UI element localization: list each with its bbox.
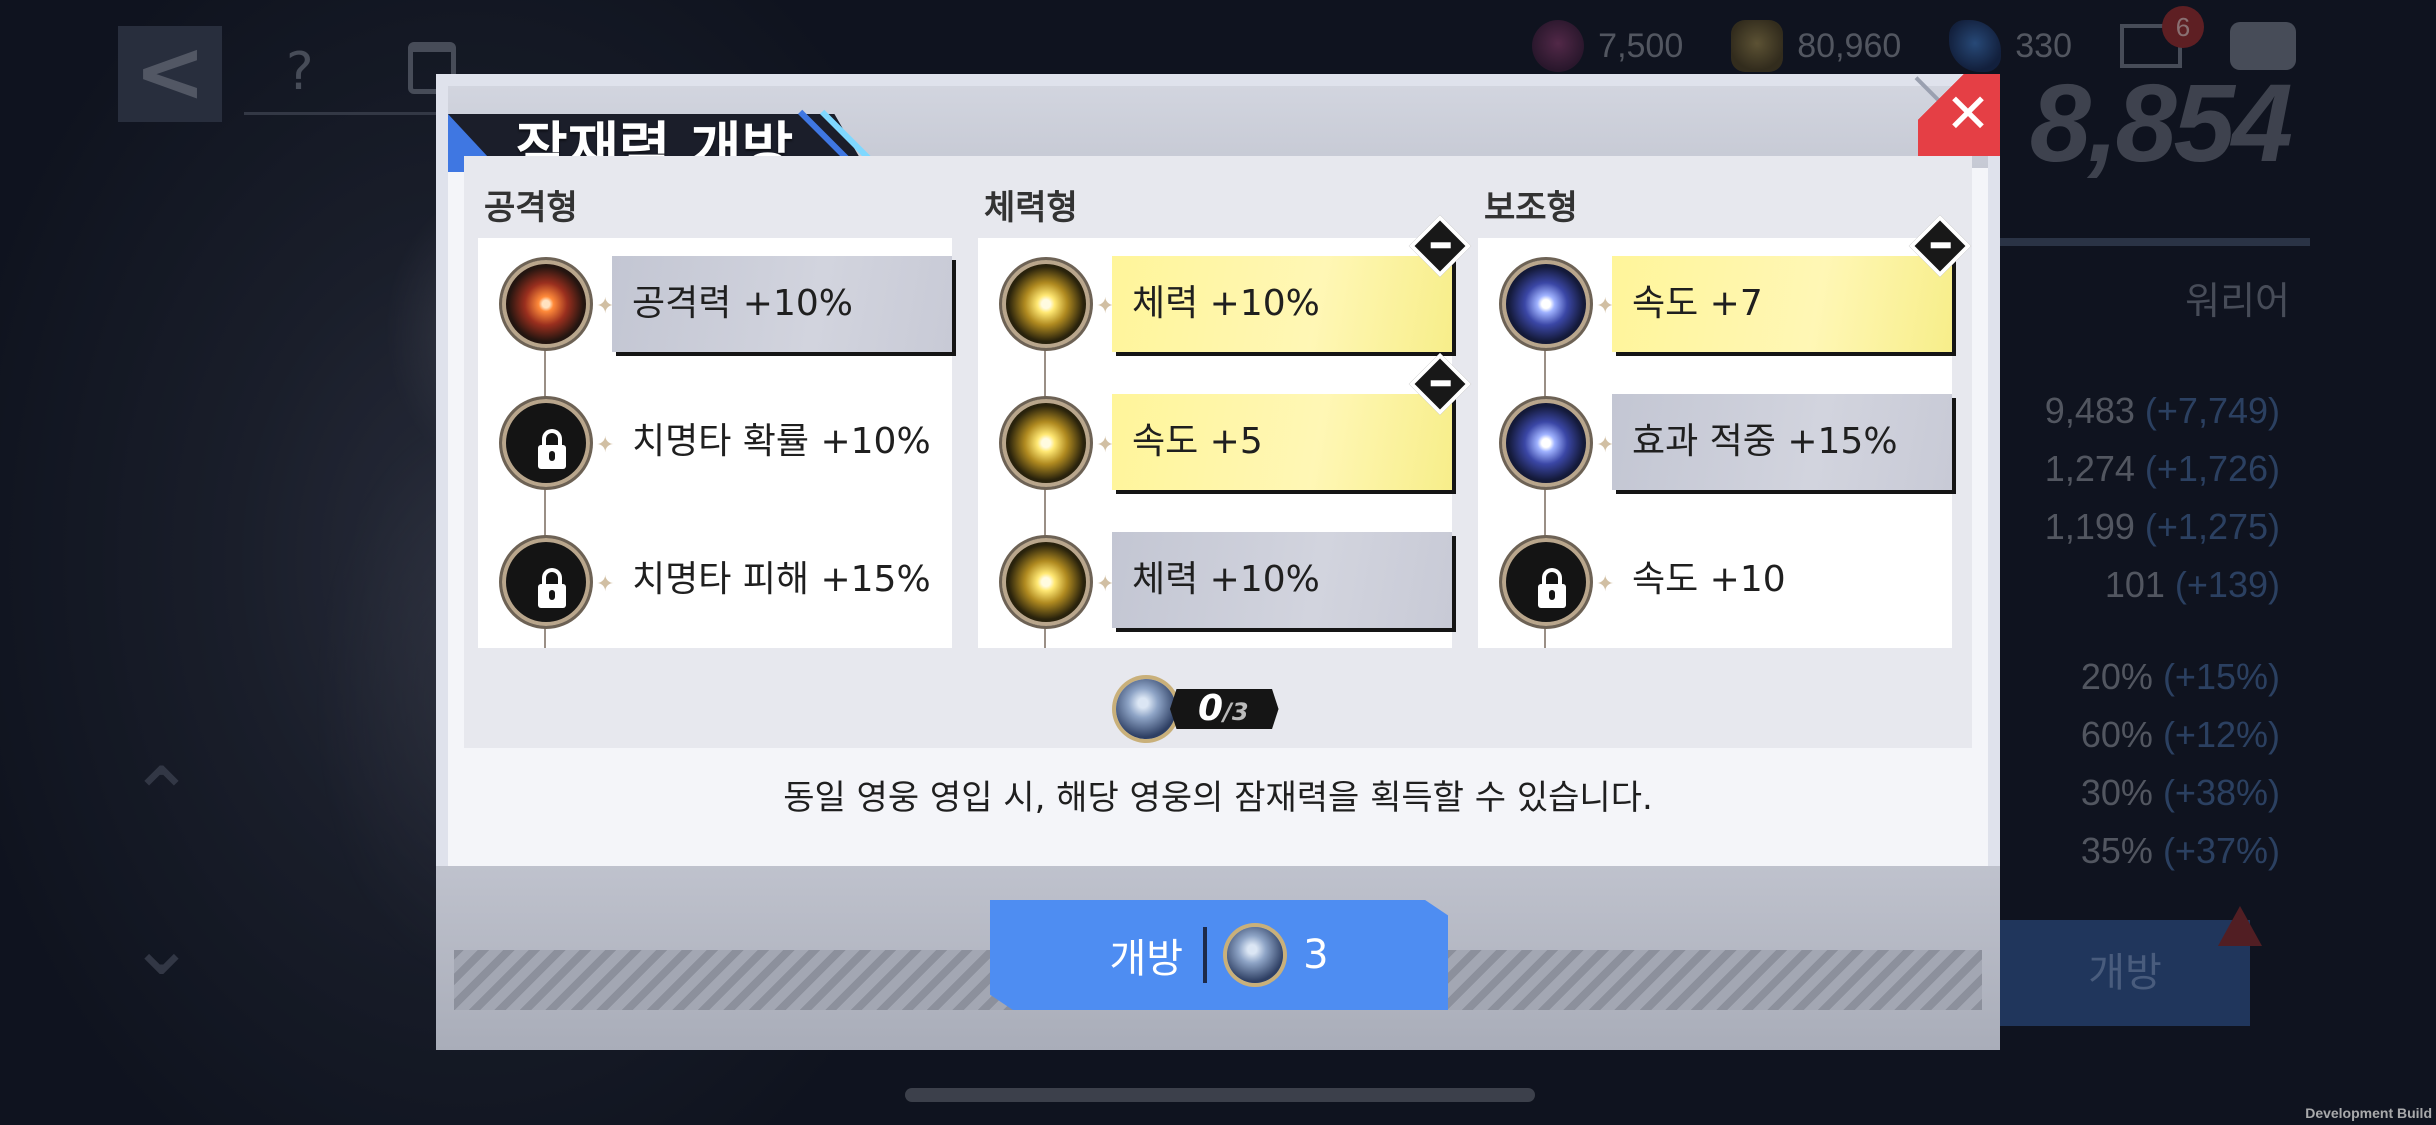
potential-modal: 잠재력 개방 ✕ 공격형 ✦ 공격력 +10% ✦ 치명타 확률 +10% ✦ … [436, 74, 2000, 1050]
locked-orb [502, 538, 590, 626]
potential-gem-icon [1227, 927, 1284, 983]
column-title: 체력형 [984, 188, 1078, 228]
column-title: 보조형 [1484, 188, 1578, 228]
potential-node[interactable]: ✦ [496, 393, 614, 493]
support-orb-icon [1502, 260, 1590, 348]
column-title: 공격형 [484, 188, 578, 228]
close-button[interactable]: ✕ [1918, 74, 2000, 156]
potential-node[interactable]: ✦ [1496, 393, 1614, 493]
node-label[interactable]: 치명타 피해 +15% [612, 532, 952, 628]
column-stamina: 체력형 ✦ 체력 +10% ✦ 속도 +5 ✦ 체력 +10% [978, 182, 1472, 648]
node-label[interactable]: 체력 +10% [1112, 532, 1452, 628]
modal-footer: 개방 3 [436, 866, 2000, 1050]
open-button[interactable]: 개방 3 [990, 900, 1448, 1010]
info-text: 동일 영웅 영입 시, 해당 영웅의 잠재력을 획득할 수 있습니다. [783, 778, 1653, 818]
node-label[interactable]: 효과 적중 +15% [1612, 394, 1952, 490]
potential-node[interactable]: ✦ [496, 254, 614, 354]
column-box: ✦ 속도 +7 ✦ 효과 적중 +15% ✦ 속도 +10 [1478, 214, 1972, 648]
potential-counter: 0/3 [1116, 674, 1279, 744]
potential-gem-icon [1116, 679, 1176, 739]
node-label[interactable]: 속도 +7 [1612, 214, 1972, 352]
counter-current: 0 [1198, 688, 1224, 729]
node-label-text: 속도 +7 [1632, 283, 1763, 324]
lock-icon [1536, 568, 1568, 608]
close-icon: ✕ [1945, 82, 1991, 145]
column-box: ✦ 체력 +10% ✦ 속도 +5 ✦ 체력 +10% [978, 214, 1472, 648]
potential-node[interactable]: ✦ [1496, 532, 1614, 632]
potential-node[interactable]: ✦ [1496, 254, 1614, 354]
node-label-text: 체력 +10% [1132, 283, 1320, 324]
button-separator [1203, 927, 1208, 983]
potential-node[interactable]: ✦ [996, 254, 1114, 354]
node-label[interactable]: 속도 +10 [1612, 532, 1952, 628]
locked-orb [1502, 538, 1590, 626]
node-label[interactable]: 체력 +10% [1112, 214, 1472, 352]
node-label[interactable]: 치명타 확률 +10% [612, 394, 952, 490]
column-attack: 공격형 ✦ 공격력 +10% ✦ 치명타 확률 +10% ✦ 치명타 피해 +1… [478, 182, 952, 648]
potential-content: 공격형 ✦ 공격력 +10% ✦ 치명타 확률 +10% ✦ 치명타 피해 +1… [464, 156, 1972, 748]
node-label-text: 속도 +5 [1132, 421, 1263, 462]
counter-max: /3 [1223, 698, 1249, 726]
potential-node[interactable]: ✦ [996, 532, 1114, 632]
attack-orb-icon [502, 260, 590, 348]
potential-node[interactable]: ✦ [996, 393, 1114, 493]
lock-icon [536, 429, 568, 469]
lock-icon [536, 568, 568, 608]
potential-node[interactable]: ✦ [496, 532, 614, 632]
support-orb-icon [1502, 399, 1590, 487]
column-support: 보조형 ✦ 속도 +7 ✦ 효과 적중 +15% ✦ 속도 +10 [1478, 182, 1972, 648]
deselect-icon[interactable] [1408, 352, 1472, 416]
open-button-cost: 3 [1303, 932, 1329, 978]
open-button-label: 개방 [1109, 936, 1184, 982]
counter-pill: 0/3 [1170, 689, 1279, 729]
node-label[interactable]: 공격력 +10% [612, 256, 952, 352]
stamina-orb-icon [1002, 538, 1090, 626]
stamina-orb-icon [1002, 260, 1090, 348]
column-box: ✦ 공격력 +10% ✦ 치명타 확률 +10% ✦ 치명타 피해 +15% [478, 238, 952, 648]
node-label[interactable]: 속도 +5 [1112, 352, 1472, 490]
stamina-orb-icon [1002, 399, 1090, 487]
locked-orb [502, 399, 590, 487]
